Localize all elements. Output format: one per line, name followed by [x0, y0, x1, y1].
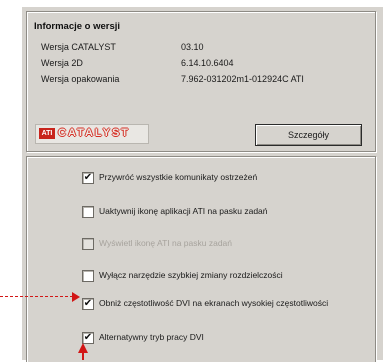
details-button[interactable]: Szczegóły [255, 124, 362, 146]
option-reduce-dvi-frequency-label: Obniż częstotliwość DVI na ekranach wyso… [99, 298, 329, 308]
option-show-ati-icon-label: Wyświetl ikonę ATI na pasku zadań [99, 238, 232, 248]
ati-settings-panel: Informacje o wersji Wersja CATALYST 03.1… [21, 6, 383, 362]
option-taskbar-app-icon-label: Uaktywnij ikonę aplikacji ATI na pasku z… [99, 206, 268, 216]
checkbox-disable-quick-res[interactable] [82, 270, 94, 282]
2d-version-value: 6.14.10.6404 [181, 58, 234, 68]
annotation-arrow-horizontal [0, 296, 73, 297]
annotation-arrow-up-head [78, 343, 88, 353]
version-info-group: Informacje o wersji Wersja CATALYST 03.1… [26, 11, 376, 152]
option-alternate-dvi-mode-label: Alternatywny tryb pracy DVI [99, 332, 204, 342]
catalyst-logo: ATI CATALYST [35, 124, 149, 144]
annotation-arrow-vertical [82, 353, 84, 360]
checkbox-restore-warnings[interactable]: ✔ [82, 172, 94, 184]
version-info-title: Informacje o wersji [34, 21, 121, 32]
checkbox-reduce-dvi-frequency[interactable]: ✔ [82, 298, 94, 310]
option-disable-quick-res-label: Wyłącz narzędzie szybkiej zmiany rozdzie… [99, 270, 283, 280]
annotation-arrow-right-head [72, 292, 80, 302]
checkbox-show-ati-icon [82, 238, 94, 250]
catalyst-version-label: Wersja CATALYST [41, 42, 116, 52]
catalyst-wordmark: CATALYST [58, 127, 131, 139]
package-version-label: Wersja opakowania [41, 74, 120, 84]
ati-logo-mark: ATI [39, 128, 55, 139]
checkbox-taskbar-app-icon[interactable] [82, 206, 94, 218]
2d-version-label: Wersja 2D [41, 58, 83, 68]
package-version-value: 7.962-031202m1-012924C ATI [181, 74, 304, 84]
option-restore-warnings-label: Przywróć wszystkie komunikaty ostrzeżeń [99, 172, 258, 182]
catalyst-version-value: 03.10 [181, 42, 204, 52]
options-group: ✔ Przywróć wszystkie komunikaty ostrzeże… [26, 156, 376, 362]
